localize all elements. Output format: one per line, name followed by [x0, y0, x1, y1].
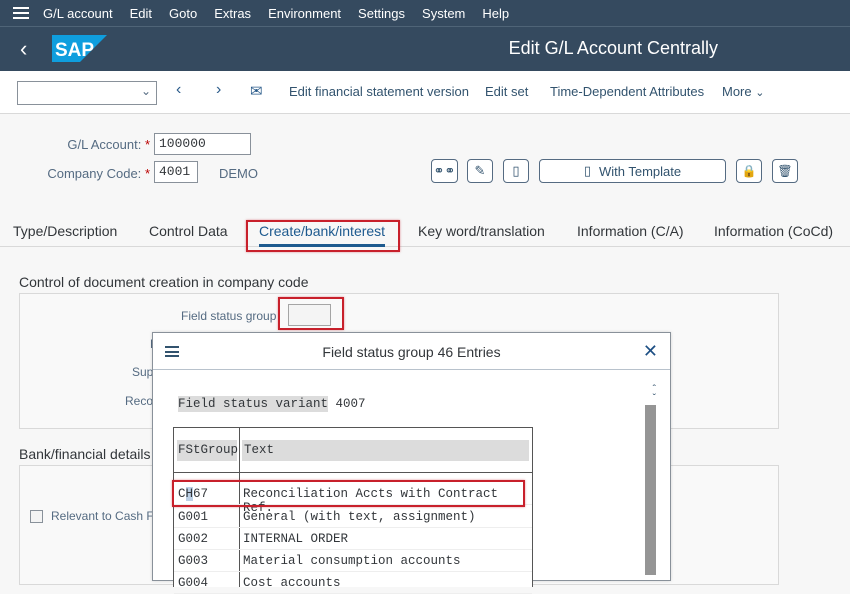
application-toolbar: ⌄ ‹ › ✉ Edit financial statement version… — [0, 71, 850, 114]
row-group: G004 — [178, 576, 209, 590]
tab-information-cocd[interactable]: Information (CoCd) — [714, 223, 833, 239]
header-divider — [174, 472, 532, 473]
edit-button[interactable]: ✎ — [467, 159, 493, 183]
company-code-label: Company Code: * — [40, 166, 150, 181]
display-button[interactable]: ⚭⚭ — [431, 159, 458, 183]
menu-bar: G/L account Edit Goto Extras Environment… — [0, 0, 850, 27]
company-code-label-text: Company Code: — [47, 166, 142, 181]
create-button[interactable]: ▯ — [503, 159, 529, 183]
table-row[interactable]: G002 INTERNAL ORDER — [174, 528, 532, 550]
entries-table: FStGroup Text CH67 Reconciliation Accts … — [173, 427, 533, 594]
back-icon[interactable]: ‹ — [20, 36, 27, 62]
menu-settings[interactable]: Settings — [358, 6, 405, 21]
time-dependent-attributes-button[interactable]: Time-Dependent Attributes — [550, 84, 704, 99]
more-label: More — [722, 84, 752, 99]
gl-account-label: G/L Account: * — [40, 137, 150, 152]
row-text: Cost accounts — [243, 576, 341, 590]
highlight-box-field-status — [278, 297, 344, 330]
sap-logo: SAP — [52, 35, 107, 62]
next-icon[interactable]: › — [216, 81, 221, 99]
page-title: Edit G/L Account Centrally — [508, 38, 718, 58]
tab-keyword-translation[interactable]: Key word/translation — [418, 223, 545, 239]
row-text: INTERNAL ORDER — [243, 532, 349, 546]
field-status-group-label: Field status group — [181, 309, 277, 323]
edit-fs-version-button[interactable]: Edit financial statement version — [289, 84, 469, 99]
row-text: Material consumption accounts — [243, 554, 461, 568]
gl-account-input[interactable]: 100000 — [154, 133, 251, 155]
scroll-arrows[interactable]: ˆ ˇ — [653, 385, 656, 404]
menu-edit[interactable]: Edit — [130, 6, 152, 21]
field-status-variant: Field status variant 4007 — [178, 396, 366, 412]
mail-icon[interactable]: ✉ — [250, 82, 263, 100]
menu-environment[interactable]: Environment — [268, 6, 341, 21]
delete-button[interactable]: 🗑 — [772, 159, 798, 183]
command-field-combo[interactable]: ⌄ — [17, 81, 157, 105]
dialog-title: Field status group 46 Entries — [322, 344, 501, 360]
relevant-cash-label: Relevant to Cash F — [51, 509, 154, 523]
bank-section-title: Bank/financial details — [19, 446, 151, 462]
hamburger-menu-icon[interactable] — [13, 7, 29, 19]
highlight-box-tab — [246, 220, 400, 252]
lock-icon: 🔒 — [741, 164, 757, 178]
scroll-down-icon[interactable]: ˇ — [653, 394, 656, 404]
table-row[interactable]: G003 Material consumption accounts — [174, 550, 532, 572]
dialog-header: Field status group 46 Entries ✕ — [153, 333, 670, 370]
partial-label-2: Sup — [132, 365, 154, 379]
tab-control-data[interactable]: Control Data — [149, 223, 228, 239]
tab-type-description[interactable]: Type/Description — [13, 223, 117, 239]
chevron-down-icon: ⌄ — [755, 87, 765, 99]
shell-bar: ‹ SAP Edit G/L Account Centrally — [0, 27, 850, 71]
row-group: G003 — [178, 554, 209, 568]
trash-icon: 🗑 — [777, 164, 793, 178]
highlight-box-row — [172, 480, 525, 507]
sap-logo-text: SAP — [55, 40, 94, 61]
close-icon[interactable]: ✕ — [643, 341, 658, 362]
previous-icon[interactable]: ‹ — [176, 81, 181, 99]
row-group: G002 — [178, 532, 209, 546]
variant-value: 4007 — [335, 397, 366, 411]
company-code-description: DEMO — [219, 166, 258, 181]
glasses-icon: ⚭⚭ — [433, 163, 456, 178]
menu-gl-account[interactable]: G/L account — [43, 6, 113, 21]
menu-extras[interactable]: Extras — [214, 6, 251, 21]
pencil-icon: ✎ — [474, 163, 486, 178]
partial-label-3: Reco — [125, 394, 154, 408]
required-mark: * — [144, 166, 150, 181]
table-row[interactable]: G004 Cost accounts — [174, 572, 532, 594]
with-template-button[interactable]: ▯ With Template — [539, 159, 726, 183]
lock-button[interactable]: 🔒 — [736, 159, 762, 183]
tab-strip: Type/Description Control Data Create/ban… — [0, 214, 850, 247]
document-icon: ▯ — [512, 163, 520, 178]
gl-account-label-text: G/L Account: — [67, 137, 142, 152]
column-header-fstgroup[interactable]: FStGroup — [177, 440, 238, 461]
menu-goto[interactable]: Goto — [169, 6, 197, 21]
tab-information-ca[interactable]: Information (C/A) — [577, 223, 684, 239]
with-template-label: With Template — [599, 163, 682, 179]
table-row[interactable]: G001 General (with text, assignment) — [174, 506, 532, 528]
menu-help[interactable]: Help — [482, 6, 509, 21]
required-mark: * — [144, 137, 150, 152]
more-button[interactable]: More ⌄ — [722, 84, 764, 99]
document-icon: ▯ — [583, 163, 591, 178]
doc-creation-section-title: Control of document creation in company … — [19, 274, 309, 290]
company-code-input[interactable]: 4001 — [154, 161, 198, 183]
row-group: G001 — [178, 510, 209, 524]
scrollbar-thumb[interactable] — [645, 405, 656, 575]
chevron-down-icon[interactable]: ⌄ — [141, 84, 151, 98]
value-help-dialog: Field status group 46 Entries ✕ Field st… — [152, 332, 671, 594]
row-text: General (with text, assignment) — [243, 510, 476, 524]
variant-label: Field status variant — [178, 396, 329, 412]
edit-set-button[interactable]: Edit set — [485, 84, 528, 99]
menu-system[interactable]: System — [422, 6, 465, 21]
column-header-text[interactable]: Text — [242, 440, 529, 461]
relevant-cash-checkbox[interactable] — [30, 510, 43, 523]
